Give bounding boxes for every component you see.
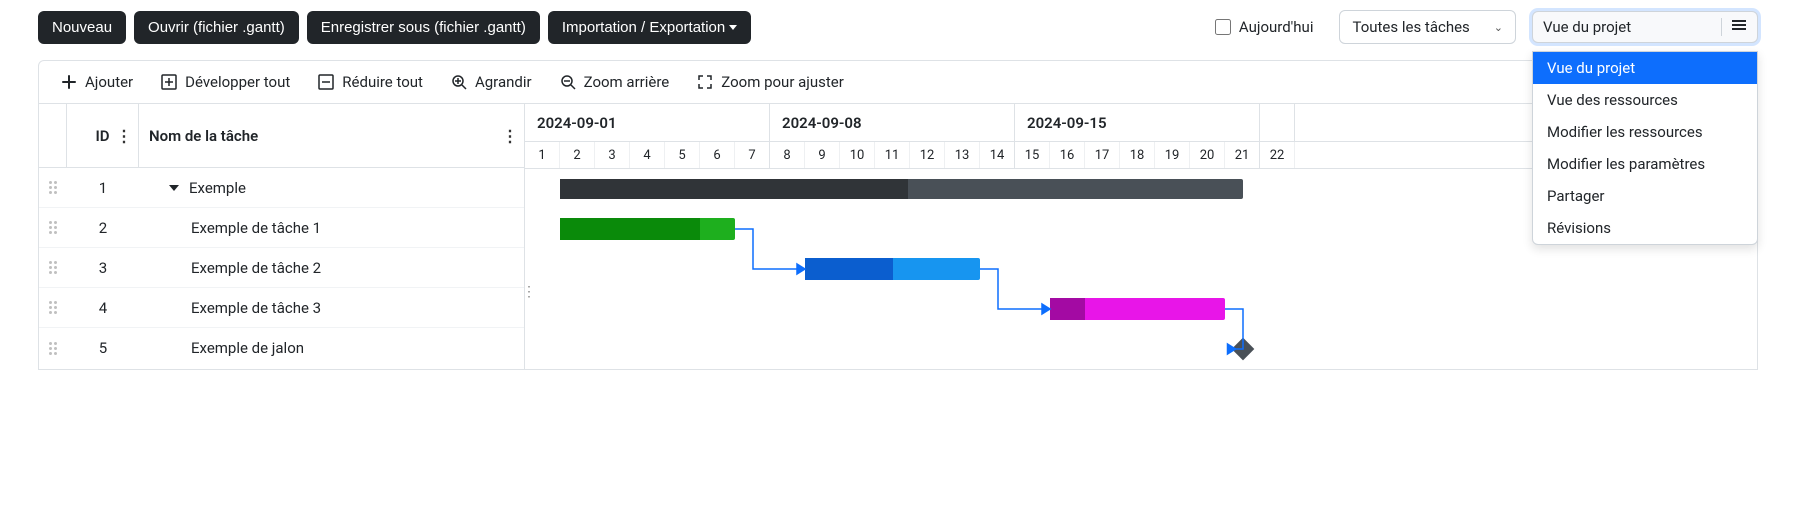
day-header: 19 [1155,142,1190,168]
id-column-header[interactable]: ID [67,104,139,167]
drag-column-header [39,104,67,167]
zoom-fit-button[interactable]: Zoom pour ajuster [697,73,844,91]
collapse-icon [318,74,334,90]
task-filter-select[interactable]: Toutes les tâches ⌄ [1339,10,1516,44]
row-drag-handle[interactable] [39,221,67,234]
view-option-edit-settings[interactable]: Modifier les paramètres [1533,148,1757,180]
row-name[interactable]: Exemple de tâche 3 [139,299,524,317]
gantt-row [525,329,1757,369]
zoom-fit-icon [697,74,713,90]
day-header: 5 [665,142,700,168]
day-header: 21 [1225,142,1260,168]
collapse-all-button[interactable]: Réduire tout [318,73,423,91]
view-option-revisions[interactable]: Révisions [1533,212,1757,244]
gantt-task-bar[interactable] [805,258,980,280]
import-export-button[interactable]: Importation / Exportation [548,11,751,44]
view-dropdown-menu: Vue du projet Vue des ressources Modifie… [1532,51,1758,245]
day-header: 3 [595,142,630,168]
view-option-edit-resources[interactable]: Modifier les ressources [1533,116,1757,148]
day-header: 20 [1190,142,1225,168]
day-header: 2 [560,142,595,168]
zoom-in-button[interactable]: Agrandir [451,73,532,91]
add-button[interactable]: Ajouter [61,73,133,91]
day-header: 7 [735,142,770,168]
gantt-summary-bar[interactable] [560,179,1243,199]
view-dropdown-trigger[interactable]: Vue du projet [1532,11,1758,43]
view-option-resources[interactable]: Vue des ressources [1533,84,1757,116]
day-header: 9 [805,142,840,168]
day-header: 15 [1015,142,1050,168]
day-header: 16 [1050,142,1085,168]
day-header: 22 [1260,142,1295,168]
gantt-task-bar[interactable] [560,218,735,240]
day-header: 1 [525,142,560,168]
row-drag-handle[interactable] [39,261,67,274]
column-menu-icon[interactable] [502,126,518,145]
gantt-task-bar[interactable] [1050,298,1225,320]
view-option-project[interactable]: Vue du projet [1533,52,1757,84]
week-header: 2024-09-08 [770,104,1015,141]
table-row[interactable]: 5Exemple de jalon [39,328,524,368]
day-header: 10 [840,142,875,168]
row-id: 2 [67,219,139,237]
view-option-share[interactable]: Partager [1533,180,1757,212]
expand-all-button[interactable]: Développer tout [161,73,290,91]
name-column-header[interactable]: Nom de la tâche [139,104,524,167]
save-as-button[interactable]: Enregistrer sous (fichier .gantt) [307,11,540,44]
row-id: 4 [67,299,139,317]
row-id: 1 [67,179,139,197]
day-header: 17 [1085,142,1120,168]
day-header: 11 [875,142,910,168]
day-header: 18 [1120,142,1155,168]
zoom-out-button[interactable]: Zoom arrière [560,73,670,91]
zoom-in-icon [451,74,467,90]
open-button[interactable]: Ouvrir (fichier .gantt) [134,11,299,44]
column-menu-icon[interactable] [116,126,132,145]
day-header: 13 [945,142,980,168]
new-button[interactable]: Nouveau [38,11,126,44]
week-header: 2024-09-01 [525,104,770,141]
row-name[interactable]: Exemple de tâche 1 [139,219,524,237]
row-id: 5 [67,339,139,357]
menu-icon [1721,18,1747,36]
zoom-out-icon [560,74,576,90]
row-name[interactable]: Exemple de tâche 2 [139,259,524,277]
expand-toggle-icon[interactable] [169,185,179,191]
day-header: 4 [630,142,665,168]
day-header: 12 [910,142,945,168]
table-row[interactable]: 2Exemple de tâche 1 [39,208,524,248]
gantt-row [525,249,1757,289]
row-drag-handle[interactable] [39,342,67,355]
today-checkbox-label[interactable]: Aujourd'hui [1215,18,1314,36]
row-name[interactable]: Exemple de jalon [139,339,524,357]
day-header: 6 [700,142,735,168]
week-header [1260,104,1295,141]
gantt-row [525,289,1757,329]
table-row[interactable]: 3Exemple de tâche 2 [39,248,524,288]
row-id: 3 [67,259,139,277]
table-row[interactable]: 4Exemple de tâche 3 [39,288,524,328]
day-header: 8 [770,142,805,168]
plus-icon [61,74,77,90]
row-drag-handle[interactable] [39,181,67,194]
week-header: 2024-09-15 [1015,104,1260,141]
today-checkbox[interactable] [1215,19,1231,35]
caret-down-icon [729,25,737,30]
expand-icon [161,74,177,90]
row-name[interactable]: Exemple [139,179,524,197]
row-drag-handle[interactable] [39,301,67,314]
gantt-milestone[interactable] [1231,338,1254,361]
day-header: 14 [980,142,1015,168]
chevron-down-icon: ⌄ [1494,21,1503,34]
table-row[interactable]: 1Exemple [39,168,524,208]
